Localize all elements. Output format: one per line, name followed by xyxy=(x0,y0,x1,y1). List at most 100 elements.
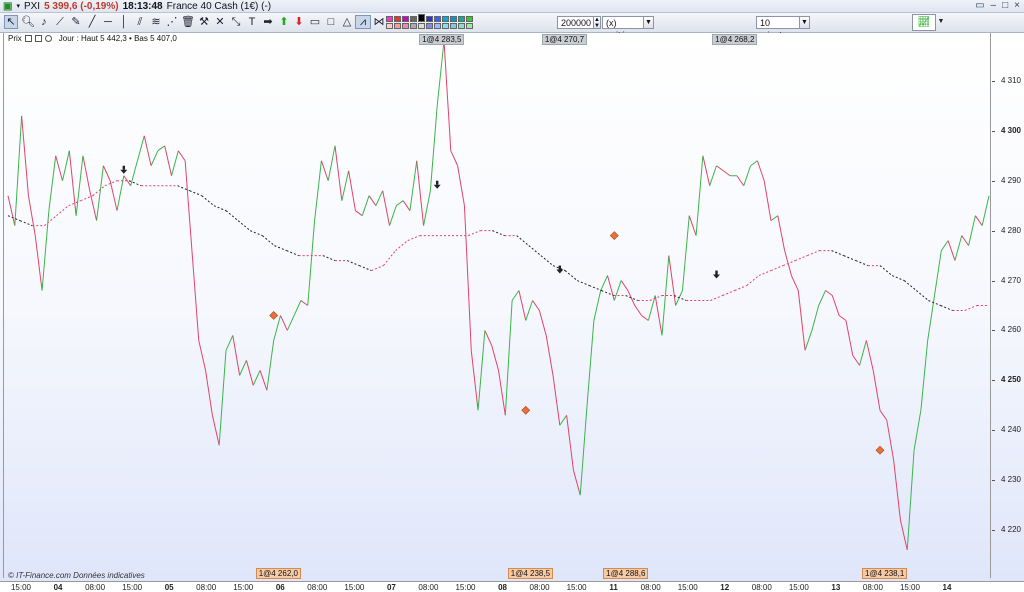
color-swatch[interactable] xyxy=(402,23,409,29)
pattern-icon[interactable]: ⤡ xyxy=(229,15,243,29)
color-swatch[interactable] xyxy=(418,23,425,29)
color-swatch[interactable] xyxy=(410,16,417,22)
minimize-icon[interactable]: – xyxy=(991,0,997,11)
triangle-icon[interactable]: △ xyxy=(340,15,354,29)
order-label-bottom[interactable]: 1@4 288,6 xyxy=(603,568,649,579)
ruler-icon[interactable]: ⟋ xyxy=(53,15,67,29)
color-swatch[interactable] xyxy=(434,16,441,22)
color-swatch[interactable] xyxy=(394,23,401,29)
dropdown-icon[interactable]: ▾ xyxy=(16,2,20,10)
price-segment xyxy=(777,215,786,251)
trash-icon[interactable]: 🗑︎ xyxy=(181,15,195,29)
buy-marker[interactable] xyxy=(521,405,531,415)
text-icon[interactable]: T xyxy=(245,15,259,29)
moving-average-segment xyxy=(92,185,106,197)
plot-area[interactable]: Prix Jour : Haut 5 442,3 • Bas 5 407,0 1… xyxy=(3,33,992,580)
app-icon: ▣ xyxy=(3,0,13,12)
arrow-down-icon[interactable]: ⬇ xyxy=(292,15,306,29)
price-segment xyxy=(498,370,506,416)
color-swatch[interactable] xyxy=(458,16,465,22)
color-swatch[interactable] xyxy=(466,23,473,29)
color-swatch[interactable] xyxy=(386,23,393,29)
window-icon[interactable] xyxy=(34,35,42,42)
sell-marker[interactable] xyxy=(556,265,564,274)
moving-average-segment xyxy=(177,185,190,192)
maximize-icon[interactable]: □ xyxy=(1002,0,1008,11)
order-label-top[interactable]: 1@4 268,2 xyxy=(712,34,758,45)
color-swatch[interactable] xyxy=(466,16,473,22)
drawing-toolbar: ↖ 🔍︎ ♪ ⟋ ✎ ╱ ─ │ ⫽ ≋ ⋰ 🗑︎ ⚒ ✕ ⤡ T ➡ ⬆ ⬇ … xyxy=(0,13,1024,40)
buy-marker[interactable] xyxy=(875,445,885,455)
fan-icon[interactable]: ⋰ xyxy=(165,15,179,29)
color-swatch[interactable] xyxy=(458,23,465,29)
color-swatch[interactable] xyxy=(442,16,449,22)
price-chart[interactable] xyxy=(4,33,992,578)
chart-type-icon[interactable]: 📈︎ xyxy=(912,14,936,31)
color-swatch[interactable] xyxy=(426,16,433,22)
chart-area[interactable]: Prix Jour : Haut 5 442,3 • Bas 5 407,0 1… xyxy=(0,33,1024,581)
color-swatch[interactable] xyxy=(426,23,433,29)
color-swatch[interactable] xyxy=(410,23,417,29)
trendline-icon[interactable]: ╱ xyxy=(85,15,99,29)
moving-average-segment xyxy=(964,305,978,311)
price-segment xyxy=(205,370,213,416)
sell-marker[interactable] xyxy=(433,180,441,189)
square-icon[interactable]: □ xyxy=(324,15,338,29)
arrow-up-icon[interactable]: ⬆ xyxy=(277,15,291,29)
sell-marker[interactable] xyxy=(120,165,128,174)
moving-average-segment xyxy=(746,275,760,286)
color-swatch[interactable] xyxy=(418,14,425,22)
price-segment xyxy=(463,205,472,351)
chevron-down-icon[interactable]: ▼ xyxy=(799,16,810,29)
properties-icon[interactable] xyxy=(24,35,32,42)
color-swatch[interactable] xyxy=(402,16,409,22)
order-label-top[interactable]: 1@4 270,7 xyxy=(541,34,588,45)
arrow-right-icon[interactable]: ➡ xyxy=(261,15,275,29)
interval-select[interactable]: 10 minutes xyxy=(756,16,800,40)
vertical-line-icon[interactable]: │ xyxy=(117,15,131,29)
indicator-icon[interactable]: ⋈ xyxy=(372,15,386,29)
rectangle-icon[interactable]: ▭ xyxy=(308,15,322,29)
sell-marker[interactable] xyxy=(713,270,720,279)
color-swatch[interactable] xyxy=(394,16,401,22)
quantity-input[interactable]: 200000 xyxy=(557,16,595,29)
price-segment xyxy=(974,215,983,226)
price-segment xyxy=(920,340,929,411)
order-label-bottom[interactable]: 1@4 238,1 xyxy=(862,568,908,579)
close-icon[interactable]: × xyxy=(1014,0,1020,11)
price-segment xyxy=(811,305,820,331)
color-swatch[interactable] xyxy=(386,16,393,22)
channel-icon[interactable]: ⫽ xyxy=(133,15,147,29)
price-segment xyxy=(396,200,404,207)
cursor-icon[interactable]: ↖ xyxy=(4,15,18,29)
order-label-bottom[interactable]: 1@4 262,0 xyxy=(255,568,301,579)
restore-icon[interactable]: ▭ xyxy=(975,0,984,11)
order-label-top[interactable]: 1@4 283,5 xyxy=(419,34,465,45)
units-select[interactable]: (x) unités xyxy=(602,16,644,40)
pen-icon[interactable]: ✎ xyxy=(69,15,83,29)
cross-icon[interactable]: ✕ xyxy=(213,15,227,29)
chevron-down-icon[interactable]: ▼ xyxy=(934,15,948,29)
chart-style-icon[interactable]: ⩘ xyxy=(355,15,371,29)
zoom-icon[interactable]: 🔍︎ xyxy=(21,15,35,29)
color-swatch[interactable] xyxy=(434,23,441,29)
settings-icon[interactable] xyxy=(44,35,52,42)
price-tick-mark xyxy=(992,530,995,532)
horizontal-line-icon[interactable]: ─ xyxy=(101,15,115,29)
quantity-stepper[interactable]: ▲ ▼ xyxy=(593,16,601,29)
buy-marker[interactable] xyxy=(609,231,619,241)
buy-marker[interactable] xyxy=(269,311,279,320)
color-swatch[interactable] xyxy=(442,23,449,29)
time-axis[interactable]: 15:00 04 08:00 15:00 05 08:00 15:00 06 08:00 15:0… xyxy=(0,581,1024,592)
color-swatch[interactable] xyxy=(450,23,457,29)
fibonacci-icon[interactable]: ≋ xyxy=(149,15,163,29)
wand-icon[interactable]: ⚒ xyxy=(197,15,211,29)
order-label-bottom[interactable]: 1@4 238,5 xyxy=(507,568,554,579)
price-segment xyxy=(389,205,397,226)
color-swatch[interactable] xyxy=(450,16,457,22)
price-axis[interactable]: 4 310 4 300 4 290 4 280 4 270 4 260 4 250 4 240… xyxy=(992,33,1024,581)
alert-icon[interactable]: ♪ xyxy=(37,15,51,29)
chevron-down-icon[interactable]: ▼ xyxy=(643,16,654,29)
price-segment xyxy=(286,315,295,331)
moving-average-segment xyxy=(274,245,287,252)
